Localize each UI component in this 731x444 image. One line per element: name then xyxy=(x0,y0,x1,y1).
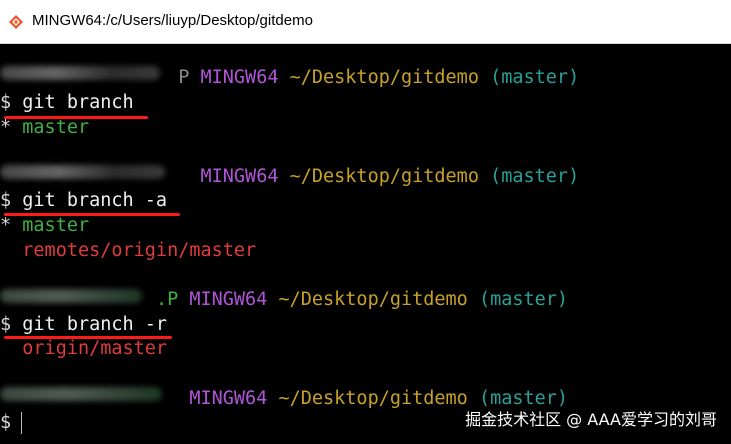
prompt-line: P MINGW64 ~/Desktop/gitdemo (master) xyxy=(178,67,580,88)
command-text: git branch xyxy=(22,92,134,113)
text-cursor xyxy=(21,412,22,434)
output-line: * master xyxy=(0,117,90,138)
command-text: git branch -r xyxy=(22,314,168,335)
output-line: * master xyxy=(0,215,90,236)
prompt-line: P MINGW64 ~/Desktop/gitdemo (master) xyxy=(200,166,580,187)
output-line: remotes/origin/master xyxy=(22,240,257,261)
command-line: $ git branch xyxy=(0,92,134,113)
prompt-line: .P MINGW64 ~/Desktop/gitdemo (master) xyxy=(155,289,569,310)
watermark: 掘金技术社区 @ AAA爱学习的刘哥 xyxy=(465,410,717,429)
command-text: git branch -a xyxy=(22,190,168,211)
output-line: origin/master xyxy=(22,338,168,359)
git-bash-icon xyxy=(9,15,23,29)
window-title: MINGW64:/c/Users/liuyp/Desktop/gitdemo xyxy=(32,12,313,29)
window-titlebar: MINGW64:/c/Users/liuyp/Desktop/gitdemo xyxy=(0,0,731,44)
terminal-viewport[interactable]: P MINGW64 ~/Desktop/gitdemo (master) $ g… xyxy=(0,44,731,444)
command-line[interactable]: $ xyxy=(0,411,11,435)
command-line: $ git branch -r xyxy=(0,314,168,335)
command-line: $ git branch -a xyxy=(0,190,168,211)
